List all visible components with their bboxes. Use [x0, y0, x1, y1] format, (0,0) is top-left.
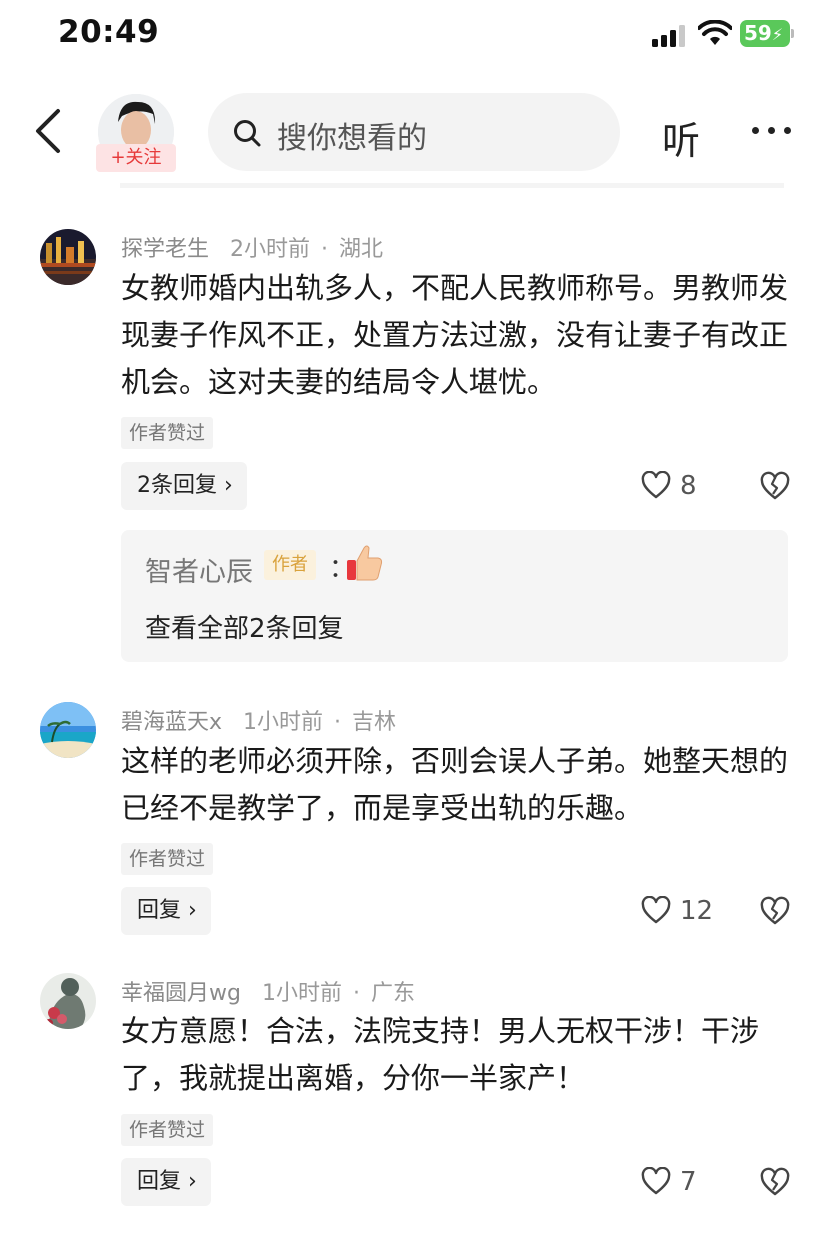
thumbs-up-emoji-icon	[347, 545, 383, 581]
battery-indicator: 59⚡	[740, 20, 790, 47]
back-icon[interactable]	[30, 108, 70, 154]
comment-location: 湖北	[339, 237, 384, 262]
reply-preview-card[interactable]: 智者心辰 作者 ： 查看全部2条回复	[121, 530, 788, 662]
status-time: 20:49	[58, 14, 160, 50]
avatar-image	[40, 973, 96, 1029]
battery-level: 59	[744, 21, 772, 45]
reply-button[interactable]: 回复 ›	[121, 887, 211, 935]
follow-button[interactable]: +关注	[96, 144, 176, 172]
author-liked-badge: 作者赞过	[121, 417, 214, 449]
comment-time: 2小时前	[230, 237, 311, 262]
signal-icon	[652, 25, 688, 47]
meta-separator: ·	[334, 710, 342, 735]
comment-username[interactable]: 探学老生	[121, 237, 209, 262]
comment-text: 这样的老师必须开除，否则会误人子弟。她整天想的已经不是教学了，而是享受出轨的乐趣…	[121, 744, 789, 825]
wifi-icon	[698, 20, 732, 45]
comment-meta: 幸福圆月wg 1小时前 · 广东	[121, 975, 415, 1007]
search-icon	[234, 120, 261, 147]
avatar-image	[40, 229, 96, 285]
battery-tip	[791, 29, 794, 38]
comment-meta: 碧海蓝天x 1小时前 · 吉林	[121, 704, 396, 736]
heart-icon	[641, 1167, 671, 1195]
comment-username[interactable]: 碧海蓝天x	[121, 710, 222, 735]
heart-icon	[641, 471, 671, 499]
comment-text: 女方意愿！合法，法院支持！男人无权干涉！干涉了，我就提出离婚，分你一半家产！	[121, 1014, 760, 1095]
commenter-avatar[interactable]	[40, 973, 96, 1029]
broken-heart-icon[interactable]	[760, 896, 790, 926]
comment-time: 1小时前	[261, 981, 342, 1006]
reply-button[interactable]: 2条回复 ›	[121, 462, 247, 510]
like-count: 12	[680, 896, 714, 926]
meta-separator: ·	[321, 237, 329, 262]
heart-icon	[641, 896, 671, 924]
comment-username[interactable]: 幸福圆月wg	[121, 981, 241, 1006]
comment-meta: 探学老生 2小时前 · 湖北	[121, 231, 383, 263]
reply-button[interactable]: 回复 ›	[121, 1158, 211, 1206]
status-bar: 20:49 59⚡	[0, 0, 828, 70]
comment-location: 广东	[370, 981, 415, 1006]
search-placeholder[interactable]: 搜你想看的	[277, 113, 427, 157]
reply-username[interactable]: 智者心辰	[145, 550, 253, 589]
like-count: 8	[680, 471, 697, 501]
broken-heart-icon[interactable]	[760, 1167, 790, 1197]
view-all-replies-link[interactable]: 查看全部2条回复	[145, 608, 344, 645]
comment-text: 女教师婚内出轨多人，不配人民教师称号。男教师发现妻子作风不正，处置方法过激，没有…	[121, 271, 789, 399]
divider	[120, 183, 784, 188]
more-icon[interactable]	[750, 126, 794, 136]
comment-time: 1小时前	[243, 710, 324, 735]
listen-button[interactable]: 听	[662, 110, 700, 165]
broken-heart-icon[interactable]	[760, 471, 790, 501]
like-count: 7	[680, 1167, 697, 1197]
commenter-avatar[interactable]	[40, 229, 96, 285]
comment-location: 吉林	[352, 710, 397, 735]
author-liked-badge: 作者赞过	[121, 843, 214, 875]
author-tag: 作者	[264, 550, 316, 580]
commenter-avatar[interactable]	[40, 702, 96, 758]
author-liked-badge: 作者赞过	[121, 1114, 214, 1146]
charging-icon: ⚡	[771, 25, 784, 44]
meta-separator: ·	[352, 981, 360, 1006]
avatar-image	[40, 702, 96, 758]
